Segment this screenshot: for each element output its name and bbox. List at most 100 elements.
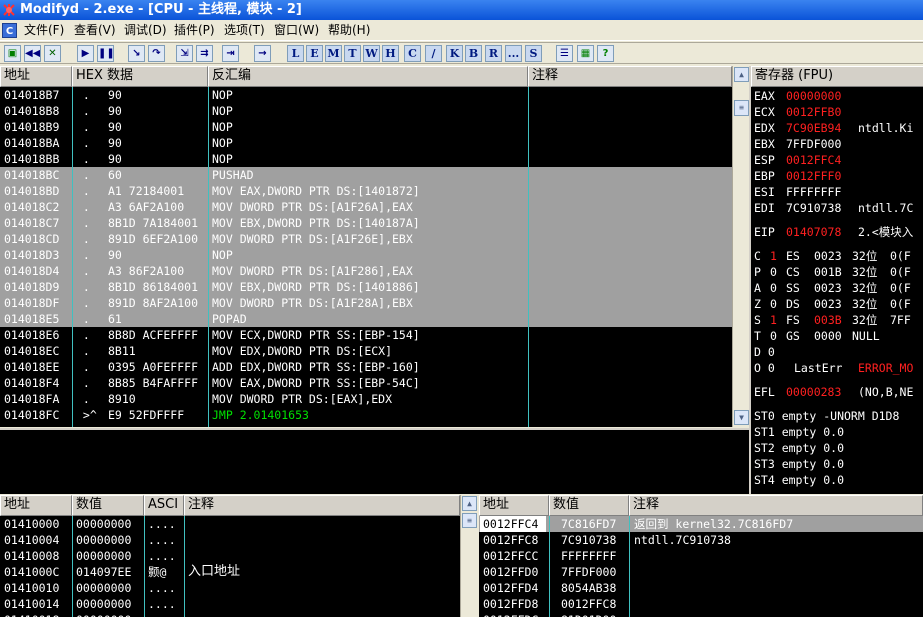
threads-window-button[interactable]: T: [344, 45, 361, 62]
register-row[interactable]: ECX 0012FFB0: [754, 104, 922, 120]
flag-row[interactable]: Z 0 DS 0023 32位 0(F: [754, 296, 922, 312]
dump-row[interactable]: 01410008 00000000....: [0, 548, 460, 564]
run-trace-window-button[interactable]: ...: [505, 45, 522, 62]
register-row[interactable]: EAX 00000000: [754, 88, 922, 104]
efl-row[interactable]: EFL 00000283 (NO,B,NE: [754, 384, 922, 400]
eip-row[interactable]: EIP 01407078 2.<模块入: [754, 224, 922, 240]
dump-row[interactable]: 01410018 00000000....: [0, 612, 460, 617]
call-stack-window-button[interactable]: K: [446, 45, 463, 62]
list-icon[interactable]: ☰: [556, 45, 573, 62]
scroll-thumb[interactable]: ≡: [734, 100, 749, 116]
register-row[interactable]: EBX 7FFDF000: [754, 136, 922, 152]
flag-row[interactable]: A 0 SS 0023 32位 0(F: [754, 280, 922, 296]
disasm-row[interactable]: 014018E6 . 8B8D ACFEFFFF MOV ECX,DWORD PTR…: [0, 327, 732, 343]
patches-window-button[interactable]: /: [425, 45, 442, 62]
fpu-row[interactable]: ST1 empty 0.0: [754, 424, 922, 440]
dump-scroll-thumb[interactable]: ≡: [462, 513, 477, 528]
disasm-row[interactable]: 014018B9 . 90 NOP: [0, 119, 732, 135]
memory-window-button[interactable]: M: [325, 45, 342, 62]
menu-debug[interactable]: 调试(D): [122, 20, 169, 41]
disasm-row[interactable]: 014018C2 . A3 6AF2A100 MOV DWORD PTR DS:[A…: [0, 199, 732, 215]
flag-row[interactable]: P 0 CS 001B 32位 0(F: [754, 264, 922, 280]
menu-window[interactable]: 窗口(W): [272, 20, 321, 41]
disasm-header-comment[interactable]: 注释: [528, 66, 732, 87]
stack-row[interactable]: 0012FFC8 7C910738 ntdll.7C910738: [479, 532, 923, 548]
disasm-row[interactable]: 014018DF . 891D 8AF2A100 MOV DWORD PTR DS:…: [0, 295, 732, 311]
disasm-row[interactable]: 014018FC >^ E9 52FDFFFF JMP 2.01401653: [0, 407, 732, 423]
menu-options[interactable]: 选项(T): [222, 20, 267, 41]
disasm-row[interactable]: 014018C7 . 8B1D 7A184001 MOV EBX,DWORD PTR…: [0, 215, 732, 231]
registers-header[interactable]: 寄存器 (FPU): [751, 66, 923, 87]
modules-window-button[interactable]: E: [306, 45, 323, 62]
disasm-row[interactable]: 014018BB . 90 NOP: [0, 151, 732, 167]
pause-icon[interactable]: ❚❚: [97, 45, 114, 62]
log-window-button[interactable]: L: [287, 45, 304, 62]
disasm-row[interactable]: 014018BC . 60 PUSHAD: [0, 167, 732, 183]
stack-row[interactable]: 0012FFCC FFFFFFFF: [479, 548, 923, 564]
disasm-row[interactable]: 014018D3 . 90 NOP: [0, 247, 732, 263]
disasm-scrollbar[interactable]: ▲ ≡ ▼: [732, 66, 749, 427]
register-row[interactable]: EDI 7C910738 ntdll.7C: [754, 200, 922, 216]
disasm-header-hex[interactable]: HEX 数据: [72, 66, 208, 87]
disasm-row[interactable]: 014018D4 . A3 86F2A100 MOV DWORD PTR DS:[A…: [0, 263, 732, 279]
stack-row[interactable]: 0012FFD0 7FFDF000: [479, 564, 923, 580]
cpu-window-button[interactable]: C: [404, 45, 421, 62]
register-row[interactable]: EDX 7C90EB94 ntdll.Ki: [754, 120, 922, 136]
dump-header-value[interactable]: 数值: [72, 495, 144, 516]
dump-pane[interactable]: 01410000 00000000.... 01410004 00000000....…: [0, 516, 460, 617]
disasm-row[interactable]: 014018EC . 8B11 MOV EDX,DWORD PTR DS:[ECX]: [0, 343, 732, 359]
open-icon[interactable]: ▣: [4, 45, 21, 62]
scroll-down-icon[interactable]: ▼: [734, 410, 749, 425]
menu-plugins[interactable]: 插件(P): [172, 20, 217, 41]
menu-view[interactable]: 查看(V): [72, 20, 118, 41]
stack-header-comment[interactable]: 注释: [629, 495, 923, 516]
disasm-row[interactable]: 014018E5 . 61 POPAD: [0, 311, 732, 327]
references-window-button[interactable]: R: [485, 45, 502, 62]
handles-window-button[interactable]: H: [382, 45, 399, 62]
register-row[interactable]: ESI FFFFFFFF: [754, 184, 922, 200]
step-into-icon[interactable]: ↘: [128, 45, 145, 62]
restart-icon[interactable]: ◀◀: [24, 45, 41, 62]
dump-header-ascii[interactable]: ASCI: [144, 495, 184, 516]
fpu-row[interactable]: ST2 empty 0.0: [754, 440, 922, 456]
title-bar[interactable]: Modifyd - 2.exe - [CPU - 主线程, 模块 - 2]: [0, 0, 923, 20]
flag-row[interactable]: S 1 FS 003B 32位 7FF: [754, 312, 922, 328]
close-icon[interactable]: ✕: [44, 45, 61, 62]
dump-row[interactable]: 01410000 00000000....: [0, 516, 460, 532]
goto-icon[interactable]: →: [254, 45, 271, 62]
fpu-row[interactable]: ST0 empty -UNORM D1D8: [754, 408, 922, 424]
step-over-icon[interactable]: ↷: [148, 45, 165, 62]
source-window-button[interactable]: S: [525, 45, 542, 62]
cpu-window-icon[interactable]: C: [2, 23, 17, 38]
disasm-row[interactable]: 014018FA . 8910 MOV DWORD PTR DS:[EAX],EDX: [0, 391, 732, 407]
dump-scrollbar[interactable]: ▲ ≡: [460, 495, 477, 617]
dump-row[interactable]: 01410014 00000000....: [0, 596, 460, 612]
fpu-row[interactable]: ST4 empty 0.0: [754, 472, 922, 488]
dump-header-addr[interactable]: 地址: [0, 495, 72, 516]
execute-till-return-icon[interactable]: ⇥: [222, 45, 239, 62]
register-row[interactable]: EBP 0012FFF0: [754, 168, 922, 184]
dump-row[interactable]: 01410010 00000000....: [0, 580, 460, 596]
fpu-row[interactable]: ST3 empty 0.0: [754, 456, 922, 472]
flag-row[interactable]: C 1 ES 0023 32位 0(F: [754, 248, 922, 264]
stack-row[interactable]: 0012FFD4 8054AB38: [479, 580, 923, 596]
disassembly-pane[interactable]: 014018B7 . 90 NOP 014018B8 . 90 NOP 014018B9 .…: [0, 87, 732, 427]
stack-row[interactable]: 0012FFDC 81D01D00: [479, 612, 923, 617]
disasm-row[interactable]: 014018EE . 0395 A0FEFFFF ADD EDX,DWORD PTR…: [0, 359, 732, 375]
stack-row[interactable]: 0012FFD8 0012FFC8: [479, 596, 923, 612]
flag-row[interactable]: T 0 GS 0000 NULL: [754, 328, 922, 344]
dump-row[interactable]: 0141000C 014097EE 颢@ 入口地址: [0, 564, 460, 580]
dump-header-comment[interactable]: 注释: [184, 495, 460, 516]
appearance-icon[interactable]: ▦: [577, 45, 594, 62]
run-icon[interactable]: ▶: [77, 45, 94, 62]
disasm-row[interactable]: 014018F4 . 8B85 B4FAFFFF MOV EAX,DWORD PTR…: [0, 375, 732, 391]
scroll-up-icon[interactable]: ▲: [734, 67, 749, 82]
disasm-row[interactable]: 014018BA . 90 NOP: [0, 135, 732, 151]
disasm-header-disasm[interactable]: 反汇编: [208, 66, 528, 87]
stack-pane[interactable]: 0012FFC4 7C816FD7 返回到 kernel32.7C816FD7 001…: [479, 516, 923, 617]
disasm-row[interactable]: 014018D9 . 8B1D 86184001 MOV EBX,DWORD PTR…: [0, 279, 732, 295]
disasm-row[interactable]: 014018BD . A1 72184001 MOV EAX,DWORD PTR D…: [0, 183, 732, 199]
dump-scroll-up-icon[interactable]: ▲: [462, 496, 477, 511]
trace-over-icon[interactable]: ⇉: [196, 45, 213, 62]
flag-o-row[interactable]: O 0 LastErr ERROR_MO: [754, 360, 922, 376]
